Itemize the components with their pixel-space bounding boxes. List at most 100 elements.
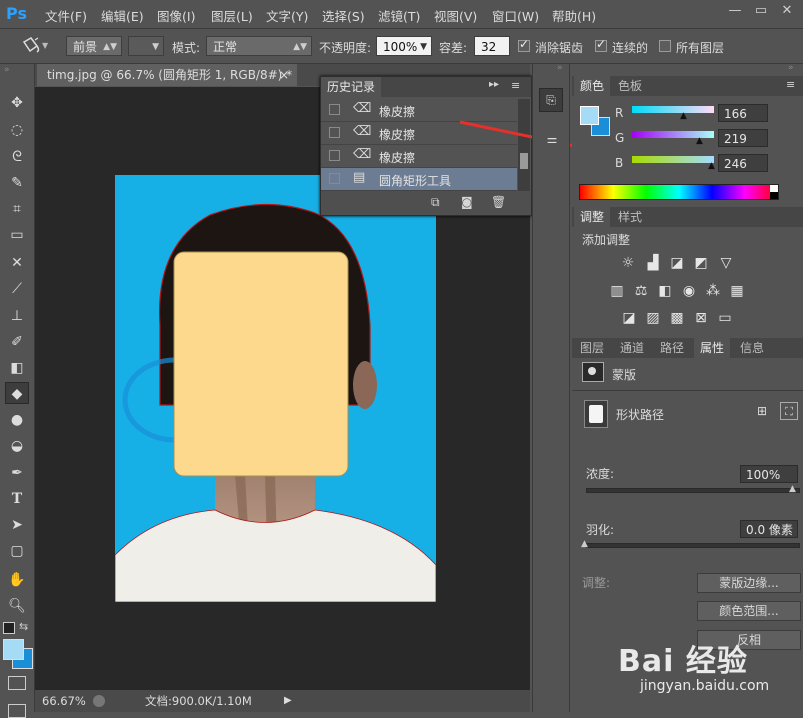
- close-tab-icon[interactable]: ×: [279, 64, 289, 86]
- opacity-input[interactable]: 100% ▼: [376, 36, 432, 56]
- vector-mask-icon[interactable]: ⛶: [780, 402, 798, 420]
- healing-tool-icon[interactable]: ✕: [5, 252, 29, 274]
- tab-adjustments[interactable]: 调整: [574, 207, 611, 227]
- feather-input[interactable]: 0.0 像素: [740, 520, 798, 538]
- lasso-tool-icon[interactable]: ᘓ: [5, 146, 29, 168]
- eraser-tool-icon[interactable]: ◧: [5, 357, 29, 379]
- invert-icon[interactable]: ◪: [620, 309, 638, 327]
- black-white-ramp[interactable]: [770, 185, 778, 199]
- stamp-tool-icon[interactable]: ⊥: [5, 305, 29, 327]
- menu-filter[interactable]: 滤镜(T): [378, 6, 420, 25]
- contiguous-checkbox[interactable]: [595, 37, 607, 52]
- b-slider-handle[interactable]: ▲: [708, 161, 715, 171]
- color-range-button[interactable]: 颜色范围...: [697, 601, 801, 621]
- collapse-arrows-icon[interactable]: »: [557, 63, 563, 73]
- scroll-thumb[interactable]: [520, 153, 528, 169]
- zoom-level[interactable]: 66.67%: [42, 690, 86, 712]
- swap-colors-icon[interactable]: ⇆: [19, 620, 28, 633]
- pen-tool-icon[interactable]: ✒: [5, 462, 29, 484]
- color-spectrum-bar[interactable]: [579, 184, 779, 200]
- paint-bucket-tool-icon[interactable]: ◆: [5, 382, 29, 404]
- foreground-color-swatch[interactable]: [580, 106, 599, 125]
- menu-window[interactable]: 窗口(W): [492, 6, 539, 25]
- shape-tool-icon[interactable]: ▢: [5, 540, 29, 562]
- feather-slider-handle[interactable]: ▲: [581, 539, 588, 549]
- eyedropper-tool-icon[interactable]: ▭: [5, 224, 29, 246]
- type-tool-icon[interactable]: T: [5, 488, 29, 510]
- marquee-tool-icon[interactable]: ◌: [5, 119, 29, 141]
- menu-edit[interactable]: 编辑(E): [101, 6, 144, 25]
- levels-icon[interactable]: ▟: [644, 254, 662, 272]
- properties-panel-icon[interactable]: ⚌: [541, 128, 563, 150]
- color-lookup-icon[interactable]: ▦: [728, 282, 746, 300]
- history-item[interactable]: ⌫ 橡皮擦: [321, 122, 517, 145]
- quick-mask-icon[interactable]: [8, 676, 26, 690]
- tab-layers[interactable]: 图层: [574, 338, 610, 358]
- history-panel-icon[interactable]: ⎘: [539, 88, 563, 112]
- foreground-color-swatch[interactable]: [3, 639, 24, 660]
- add-mask-icon[interactable]: ⊞: [757, 404, 773, 420]
- exposure-icon[interactable]: ◩: [692, 254, 710, 272]
- screen-mode-icon[interactable]: [8, 704, 26, 718]
- blur-tool-icon[interactable]: ●: [5, 409, 29, 431]
- tab-channels[interactable]: 通道: [614, 338, 650, 358]
- b-value-input[interactable]: 246: [718, 154, 768, 172]
- density-slider[interactable]: [586, 488, 800, 493]
- g-slider-handle[interactable]: ▲: [696, 136, 703, 146]
- history-item[interactable]: ⌫ 橡皮擦: [321, 145, 517, 168]
- restore-button[interactable]: ▭: [750, 2, 772, 20]
- history-brush-tool-icon[interactable]: ✐: [5, 331, 29, 353]
- feather-slider[interactable]: [586, 543, 800, 548]
- history-tab[interactable]: 历史记录: [321, 77, 382, 97]
- r-slider-handle[interactable]: ▲: [680, 111, 687, 121]
- density-slider-handle[interactable]: ▲: [789, 484, 796, 494]
- menu-file[interactable]: 文件(F): [45, 6, 87, 25]
- posterize-icon[interactable]: ▨: [644, 309, 662, 327]
- menu-view[interactable]: 视图(V): [434, 6, 477, 25]
- document-tab[interactable]: timg.jpg @ 66.7% (圆角矩形 1, RGB/8#) * ×: [37, 64, 297, 86]
- brush-tool-icon[interactable]: ⟋: [5, 278, 29, 300]
- hand-tool-icon[interactable]: ✋: [5, 569, 29, 591]
- mode-dropdown[interactable]: 正常 ▲▼: [206, 36, 312, 56]
- b-slider[interactable]: [632, 156, 714, 163]
- tab-info[interactable]: 信息: [734, 338, 770, 358]
- snapshot-checkbox[interactable]: [329, 104, 340, 115]
- menu-select[interactable]: 选择(S): [322, 6, 365, 25]
- panel-menu-icon[interactable]: ≡: [511, 79, 520, 92]
- history-item[interactable]: ⌫ 橡皮擦: [321, 99, 517, 122]
- paint-bucket-icon[interactable]: [18, 36, 42, 56]
- brightness-icon[interactable]: ☼: [619, 254, 637, 272]
- history-scrollbar[interactable]: [518, 99, 530, 191]
- close-button[interactable]: ✕: [776, 2, 798, 20]
- status-arrow-icon[interactable]: ▶: [284, 690, 292, 712]
- camera-icon[interactable]: ◙: [461, 195, 473, 209]
- black-white-icon[interactable]: ◧: [656, 282, 674, 300]
- zoom-tool-icon[interactable]: 🔍︎: [5, 595, 29, 617]
- preset-dropdown-arrow-icon[interactable]: ▼: [42, 41, 48, 50]
- antialias-checkbox[interactable]: [518, 37, 530, 52]
- path-select-tool-icon[interactable]: ➤: [5, 514, 29, 536]
- menu-type[interactable]: 文字(Y): [266, 6, 308, 25]
- rounded-rectangle-shape[interactable]: [173, 251, 349, 477]
- color-balance-icon[interactable]: ⚖: [632, 282, 650, 300]
- tab-color[interactable]: 颜色: [574, 76, 611, 96]
- vibrance-icon[interactable]: ▽: [717, 254, 735, 272]
- fill-source-dropdown[interactable]: 前景 ▲▼: [66, 36, 122, 56]
- curves-icon[interactable]: ◪: [668, 254, 686, 272]
- r-slider[interactable]: [632, 106, 714, 113]
- tab-swatches[interactable]: 色板: [612, 76, 648, 96]
- panel-menu-icon[interactable]: ≡: [786, 78, 795, 91]
- new-document-icon[interactable]: ⧉: [431, 195, 440, 210]
- channel-mixer-icon[interactable]: ⁂: [704, 282, 722, 300]
- collapse-icon[interactable]: ▸▸: [489, 79, 499, 90]
- trash-icon[interactable]: 🗑︎: [491, 195, 506, 209]
- menu-layer[interactable]: 图层(L): [211, 6, 253, 25]
- history-item-selected[interactable]: ▤ 圆角矩形工具: [321, 168, 517, 191]
- photo-filter-icon[interactable]: ◉: [680, 282, 698, 300]
- crop-tool-icon[interactable]: ⌗: [5, 198, 29, 220]
- tolerance-input[interactable]: 32: [474, 36, 510, 56]
- threshold-icon[interactable]: ▩: [668, 309, 686, 327]
- collapse-arrows-icon[interactable]: »: [788, 63, 794, 73]
- collapse-arrows-icon[interactable]: »: [4, 65, 10, 75]
- g-value-input[interactable]: 219: [718, 129, 768, 147]
